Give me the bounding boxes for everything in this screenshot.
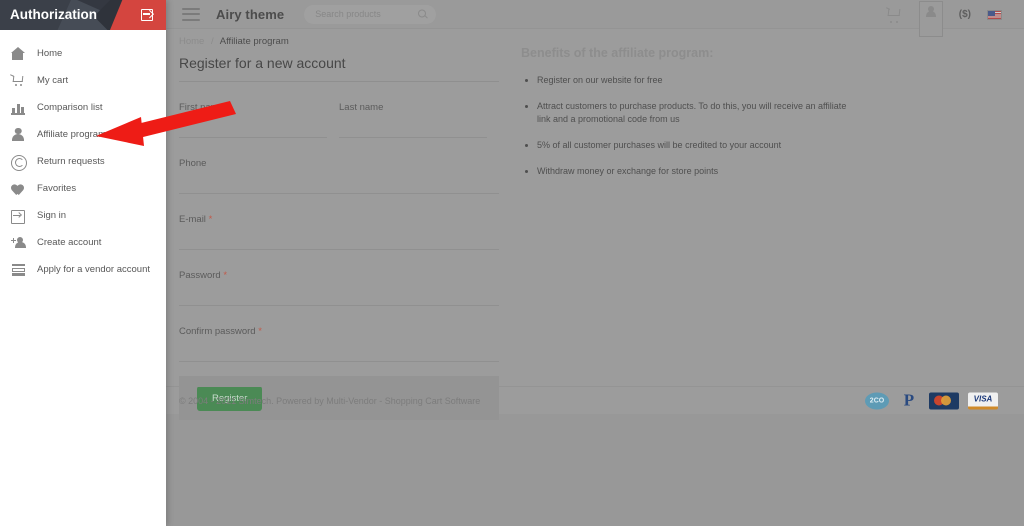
- first-name-input[interactable]: [179, 137, 327, 138]
- payment-icons: 2CO P VISA: [865, 390, 998, 410]
- phone-input[interactable]: [179, 193, 499, 194]
- sidebar-item-label: Affiliate program: [37, 129, 106, 140]
- home-icon: [10, 46, 26, 62]
- email-field[interactable]: E-mail *: [179, 214, 499, 250]
- password-input[interactable]: [179, 305, 499, 306]
- cart-icon[interactable]: [885, 7, 901, 23]
- sidebar-item-label: My cart: [37, 75, 69, 86]
- password-label: Password *: [179, 270, 228, 281]
- search-icon[interactable]: [418, 9, 427, 19]
- confirm-password-field[interactable]: Confirm password *: [179, 326, 499, 362]
- first-name-label: First name: [179, 102, 224, 113]
- list-item: Register on our website for free: [521, 74, 861, 87]
- sidebar-item-label: Favorites: [37, 183, 77, 194]
- site-header: Airy theme Search products ($): [166, 0, 1024, 37]
- phone-field[interactable]: Phone: [179, 158, 499, 194]
- benefits-section: Benefits of the affiliate program: Regis…: [521, 46, 861, 191]
- add-person-icon: [10, 235, 26, 251]
- vendor-store-icon: [10, 262, 26, 278]
- header-actions: ($): [885, 0, 1024, 37]
- phone-label: Phone: [179, 158, 207, 169]
- 2co-icon: 2CO: [865, 392, 889, 409]
- email-label: E-mail *: [179, 214, 213, 225]
- us-flag-icon[interactable]: [987, 9, 1002, 20]
- cart-icon: [9, 73, 26, 89]
- sidebar-item-create-account[interactable]: Create account: [0, 229, 166, 256]
- authorization-nav: Home My cart Comparison list Affiliate p…: [0, 30, 166, 283]
- last-name-field[interactable]: Last name: [339, 102, 487, 138]
- brand-title[interactable]: Airy theme: [216, 7, 284, 22]
- sidebar-item-sign-in[interactable]: Sign in: [0, 202, 166, 229]
- sidebar-item-my-cart[interactable]: My cart: [0, 67, 166, 94]
- breadcrumb-separator: /: [210, 36, 214, 47]
- list-item: 5% of all customer purchases will be cre…: [521, 139, 861, 152]
- sidebar-item-label: Sign in: [37, 210, 67, 221]
- sidebar-item-return-requests[interactable]: Return requests: [0, 148, 166, 175]
- password-field[interactable]: Password *: [179, 270, 499, 306]
- benefits-heading: Benefits of the affiliate program:: [521, 46, 714, 60]
- register-form: Register for a new account First name La…: [179, 55, 499, 420]
- sidebar-item-label: Return requests: [37, 156, 105, 167]
- sidebar-item-label: Home: [37, 48, 63, 59]
- search-input[interactable]: Search products: [304, 4, 437, 24]
- person-icon: [10, 127, 26, 143]
- bar-chart-icon: [10, 100, 26, 116]
- heart-icon: [10, 181, 26, 197]
- account-dropdown-toggle[interactable]: [918, 0, 943, 37]
- list-item: Attract customers to purchase products. …: [521, 100, 861, 126]
- hamburger-icon[interactable]: [182, 7, 200, 21]
- breadcrumb-current: Affiliate program: [219, 36, 289, 47]
- confirm-password-input[interactable]: [179, 361, 499, 362]
- sidebar-item-apply-vendor-account[interactable]: Apply for a vendor account: [0, 256, 166, 283]
- return-circle-icon: [10, 154, 27, 171]
- visa-icon: VISA: [968, 392, 998, 409]
- authorization-title: Authorization: [10, 7, 97, 22]
- paypal-icon: P: [903, 390, 915, 410]
- copyright-text: © 2004 - 2021 Simtech. Powered by Multi-…: [179, 395, 481, 406]
- list-item: Withdraw money or exchange for store poi…: [521, 165, 861, 178]
- confirm-password-label: Confirm password *: [179, 326, 262, 337]
- page-background: Airy theme Search products ($) Home / Af…: [166, 0, 1024, 526]
- email-input[interactable]: [179, 249, 499, 250]
- site-footer: © 2004 - 2021 Simtech. Powered by Multi-…: [166, 386, 1024, 414]
- last-name-label: Last name: [339, 102, 384, 113]
- sidebar-item-home[interactable]: Home: [0, 40, 166, 67]
- authorization-header: Authorization: [0, 0, 166, 30]
- currency-selector[interactable]: ($): [959, 9, 971, 20]
- first-name-field[interactable]: First name: [179, 102, 327, 138]
- breadcrumb-home[interactable]: Home: [179, 36, 204, 47]
- last-name-input[interactable]: [339, 137, 487, 138]
- screenshot-root: Airy theme Search products ($) Home / Af…: [0, 0, 1024, 526]
- person-icon: [925, 5, 936, 19]
- mastercard-icon: [929, 392, 959, 409]
- sidebar-item-label: Apply for a vendor account: [37, 264, 151, 275]
- name-field-row: First name Last name: [179, 82, 499, 138]
- sidebar-item-label: Create account: [37, 237, 102, 248]
- breadcrumb: Home / Affiliate program: [179, 36, 289, 47]
- login-icon[interactable]: [141, 9, 153, 21]
- authorization-panel: Authorization Home My cart Comparison li…: [0, 0, 166, 526]
- page-title: Register for a new account: [179, 55, 499, 82]
- search-placeholder: Search products: [315, 9, 381, 19]
- sidebar-item-comparison-list[interactable]: Comparison list: [0, 94, 166, 121]
- sign-in-icon: [10, 208, 26, 224]
- sidebar-item-favorites[interactable]: Favorites: [0, 175, 166, 202]
- sidebar-item-label: Comparison list: [37, 102, 103, 113]
- benefits-list: Register on our website for free Attract…: [521, 74, 861, 178]
- sidebar-item-affiliate-program[interactable]: Affiliate program: [0, 121, 166, 148]
